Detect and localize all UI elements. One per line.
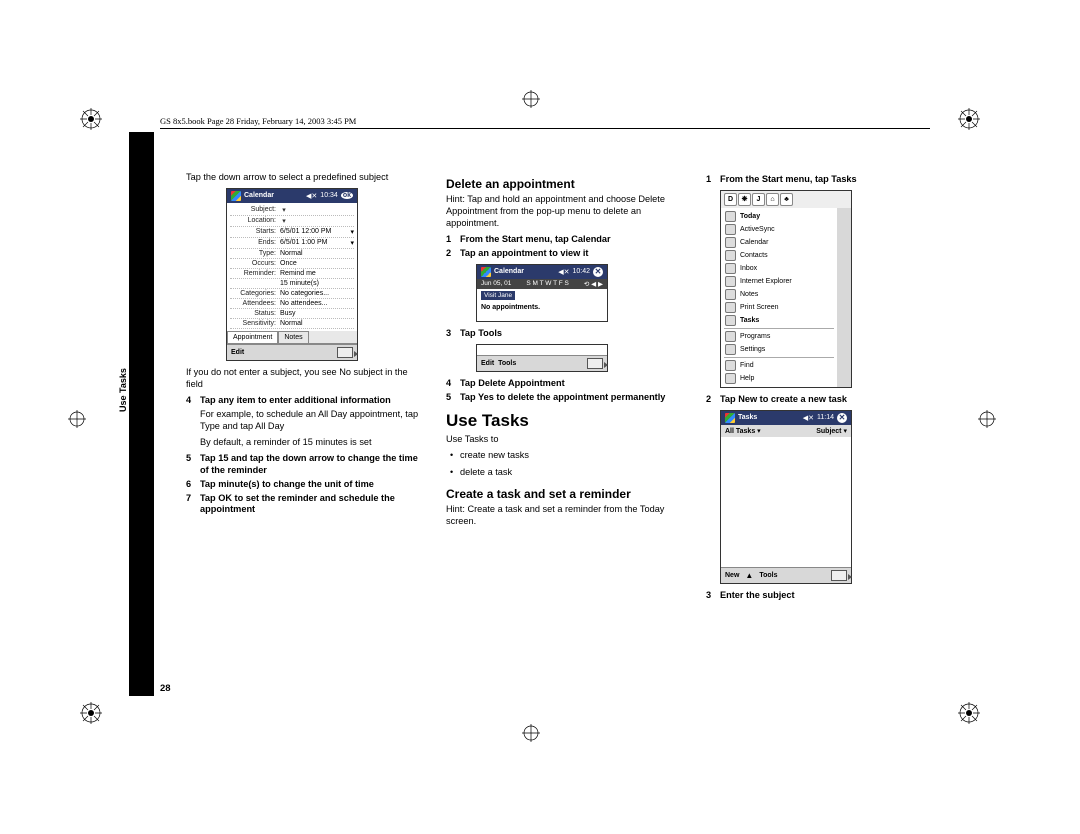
heading-create-task: Create a task and set a reminder	[446, 487, 686, 501]
calendar-form-screenshot: Calendar ◀✕ 10:34 ok Subject:▾ Location:…	[226, 188, 358, 361]
calendar-week-screenshot: Calendar◀✕ 10:42 ✕ Jun 05, 01S M T W T F…	[476, 264, 608, 322]
start-flag-icon	[725, 413, 735, 423]
keyboard-icon	[587, 358, 603, 369]
calendar-icon	[725, 237, 736, 248]
today-icon	[725, 211, 736, 222]
crop-mark-icon	[958, 108, 980, 130]
step-4-example: For example, to schedule an All Day appo…	[200, 409, 426, 433]
settings-icon	[725, 344, 736, 355]
crop-mark-icon	[958, 702, 980, 724]
del-step-4: Tap Delete Appointment	[460, 378, 565, 390]
ie-icon	[725, 276, 736, 287]
create-hint: Hint: Create a task and set a reminder f…	[446, 504, 686, 528]
close-icon: ✕	[593, 267, 603, 277]
start-flag-icon	[481, 267, 491, 277]
task-step-3: Enter the subject	[720, 590, 795, 602]
delete-hint: Hint: Tap and hold an appointment and ch…	[446, 194, 686, 230]
register-mark-icon	[522, 724, 540, 742]
keyboard-icon	[337, 347, 353, 358]
page-number: 28	[160, 683, 171, 694]
inbox-icon	[725, 263, 736, 274]
step-5: Tap 15 and tap the down arrow to change …	[200, 453, 426, 477]
start-menu-screenshot: D ❋ J ⌂ ♣ Today ActiveSync Calendar Cont…	[720, 190, 852, 388]
heading-delete: Delete an appointment	[446, 177, 686, 191]
task-step-1: From the Start menu, tap Tasks	[720, 174, 857, 186]
crop-mark-icon	[80, 108, 102, 130]
bullet-delete: delete a task	[460, 467, 512, 479]
del-step-1: From the Start menu, tap Calendar	[460, 234, 611, 246]
find-icon	[725, 360, 736, 371]
step-7: Tap OK to set the reminder and schedule …	[200, 493, 426, 517]
tools-bar-screenshot: Edit Tools	[476, 344, 608, 372]
step-6: Tap minute(s) to change the unit of time	[200, 479, 374, 491]
section-tab	[129, 132, 154, 696]
close-icon: ✕	[837, 413, 847, 423]
heading-use-tasks: Use Tasks	[446, 411, 686, 431]
del-step-2: Tap an appointment to view it	[460, 248, 588, 260]
notes-icon	[725, 289, 736, 300]
contacts-icon	[725, 250, 736, 261]
page-header: GS 8x5.book Page 28 Friday, February 14,…	[160, 116, 356, 126]
step-4-note: By default, a reminder of 15 minutes is …	[200, 437, 426, 449]
step-4: Tap any item to enter additional informa…	[200, 395, 391, 407]
tasks-icon	[725, 315, 736, 326]
printscreen-icon	[725, 302, 736, 313]
no-subject-note: If you do not enter a subject, you see N…	[186, 367, 426, 391]
activesync-icon	[725, 224, 736, 235]
del-step-5: Tap Yes to delete the appointment perman…	[460, 392, 665, 404]
start-flag-icon	[231, 191, 241, 201]
use-tasks-intro: Use Tasks to	[446, 434, 686, 446]
keyboard-icon	[831, 570, 847, 581]
del-step-3: Tap Tools	[460, 328, 502, 340]
tasks-app-screenshot: Tasks◀✕ 11:14 ✕ All Tasks ▾Subject ▾ New…	[720, 410, 852, 584]
task-step-2: Tap New to create a new task	[720, 394, 847, 406]
programs-icon	[725, 331, 736, 342]
register-mark-icon	[522, 90, 540, 108]
register-mark-icon	[978, 410, 996, 428]
register-mark-icon	[68, 410, 86, 428]
crop-mark-icon	[80, 702, 102, 724]
header-rule	[160, 128, 930, 129]
up-arrow-icon: ▲	[745, 571, 753, 580]
help-icon	[725, 373, 736, 384]
bullet-create: create new tasks	[460, 450, 529, 462]
intro-text: Tap the down arrow to select a predefine…	[186, 172, 426, 184]
section-tab-label: Use Tasks	[118, 368, 128, 412]
